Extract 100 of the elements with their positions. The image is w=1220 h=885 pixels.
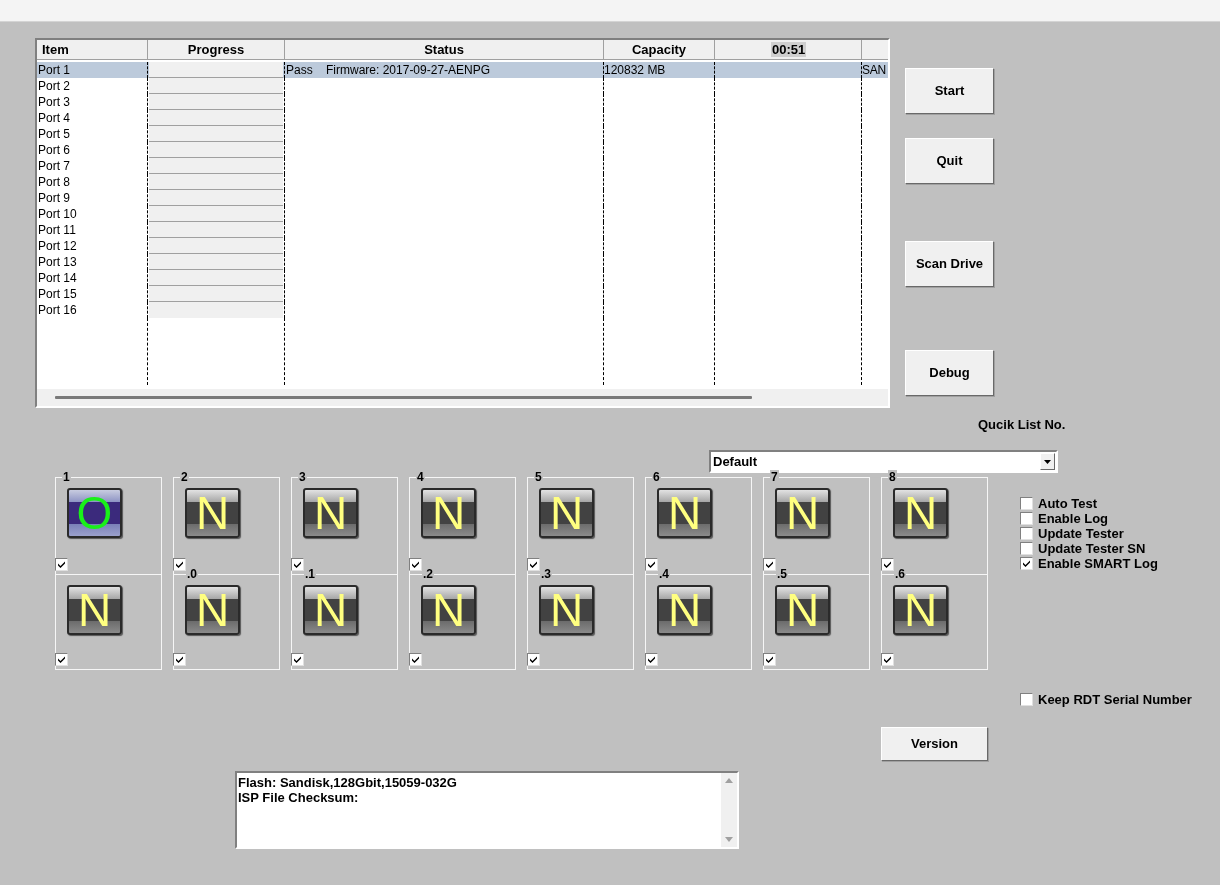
checkbox[interactable]: [645, 558, 658, 571]
checkbox-label: Auto Test: [1038, 497, 1097, 510]
table-row[interactable]: Port 1 Pass Firmware: 2017-09-27-AENPG 120832 MB SAN: [37, 62, 888, 78]
port-number: 4: [416, 470, 425, 484]
table-cell: Port 8: [37, 175, 70, 189]
port-number: .5: [776, 567, 788, 581]
port-number: .4: [658, 567, 670, 581]
port-status-indicator: N: [303, 488, 358, 538]
dropdown-arrow-button[interactable]: [1040, 453, 1055, 470]
port-status-indicator: N: [185, 585, 240, 635]
timer-label: 00:51: [771, 42, 807, 57]
checkbox[interactable]: [173, 653, 186, 666]
checkbox[interactable]: [881, 653, 894, 666]
checkbox[interactable]: [645, 653, 658, 666]
checkmark-icon: [530, 561, 537, 568]
checkbox[interactable]: [1020, 542, 1033, 555]
quick-list-label: Qucik List No.: [978, 417, 1066, 432]
checkmark-icon: [176, 656, 183, 663]
checkmark-icon: [294, 656, 301, 663]
checkmark-icon: [766, 561, 773, 568]
checkbox[interactable]: [291, 558, 304, 571]
checkbox[interactable]: [763, 653, 776, 666]
port-number: .0: [186, 567, 198, 581]
checkmark-icon: [530, 656, 537, 663]
checkbox[interactable]: [881, 558, 894, 571]
column-header[interactable]: Status: [424, 41, 464, 58]
table-cell: Pass Firmware: 2017-09-27-AENPG: [285, 63, 491, 77]
port-number: 2: [180, 470, 189, 484]
port-status-indicator: N: [775, 585, 830, 635]
checkmark-icon: [294, 561, 301, 568]
table-cell: Port 4: [37, 111, 70, 125]
checkmark-icon: [648, 561, 655, 568]
port-status-indicator: N: [539, 488, 594, 538]
checkmark-icon: [648, 656, 655, 663]
action-button[interactable]: Start: [905, 68, 994, 114]
table-cell: Port 11: [37, 223, 76, 237]
action-button[interactable]: Scan Drive: [905, 241, 994, 287]
table-cell: Port 2: [37, 79, 70, 93]
checkbox[interactable]: [173, 558, 186, 571]
checkbox[interactable]: [527, 558, 540, 571]
port-status-indicator: N: [421, 488, 476, 538]
table-cell: 120832 MB: [604, 63, 666, 77]
scrollbar-thumb[interactable]: [55, 396, 752, 399]
checkmark-icon: [58, 656, 65, 663]
checkbox[interactable]: [55, 653, 68, 666]
checkmark-icon: [766, 656, 773, 663]
checkbox[interactable]: [1020, 497, 1033, 510]
checkbox[interactable]: [1020, 693, 1033, 706]
table-cell: Port 1: [37, 63, 70, 77]
quick-list-dropdown[interactable]: Default: [709, 450, 1058, 473]
table-cell: Port 14: [37, 271, 77, 285]
horizontal-scrollbar[interactable]: [37, 389, 888, 406]
table-cell: Port 9: [37, 191, 70, 205]
log-text-area[interactable]: Flash: Sandisk,128Gbit,15059-032G ISP File Checksum:: [235, 771, 739, 849]
table-cell: Port 5: [37, 127, 70, 141]
port-number: 1: [62, 470, 71, 484]
checkbox[interactable]: [763, 558, 776, 571]
column-header[interactable]: Item: [42, 41, 69, 58]
table-cell: Port 13: [37, 255, 77, 269]
table-cell: Port 15: [37, 287, 77, 301]
checkmark-icon: [884, 561, 891, 568]
action-button[interactable]: Quit: [905, 138, 994, 184]
table-cell: Port 10: [37, 207, 77, 221]
table-cell: Port 6: [37, 143, 70, 157]
checkbox-label: Enable Log: [1038, 512, 1109, 525]
checkmark-icon: [58, 561, 65, 568]
checkbox[interactable]: [55, 558, 68, 571]
column-header[interactable]: Progress: [187, 41, 245, 58]
port-number: .1: [304, 567, 316, 581]
checkbox[interactable]: [1020, 527, 1033, 540]
checkbox[interactable]: [527, 653, 540, 666]
port-status-indicator: N: [67, 585, 122, 635]
port-number: 7: [770, 470, 779, 484]
port-status-indicator: N: [893, 488, 948, 538]
checkbox[interactable]: [409, 558, 422, 571]
log-line: Flash: Sandisk,128Gbit,15059-032G: [238, 775, 458, 790]
table-cell: Port 16: [37, 303, 77, 317]
checkbox[interactable]: [1020, 557, 1033, 570]
port-status-indicator: N: [303, 585, 358, 635]
checkbox-label: Update Tester: [1038, 527, 1124, 540]
caret-icon: [1044, 459, 1051, 464]
log-line: ISP File Checksum:: [238, 790, 360, 805]
port-status-indicator: N: [657, 585, 712, 635]
checkbox-label: Enable SMART Log: [1038, 557, 1158, 570]
checkbox[interactable]: [291, 653, 304, 666]
port-number: 6: [652, 470, 661, 484]
port-number: .3: [540, 567, 552, 581]
version-button[interactable]: Version: [881, 727, 988, 761]
action-button[interactable]: Debug: [905, 350, 994, 396]
port-number: 3: [298, 470, 307, 484]
port-status-indicator: N: [421, 585, 476, 635]
table-cell: Port 12: [37, 239, 77, 253]
port-status-indicator: N: [893, 585, 948, 635]
checkbox-label: Keep RDT Serial Number: [1038, 693, 1192, 706]
checkbox[interactable]: [1020, 512, 1033, 525]
port-status-indicator: N: [185, 488, 240, 538]
port-status-indicator: O: [67, 488, 122, 538]
column-header[interactable]: Capacity: [631, 41, 687, 58]
checkmark-icon: [884, 656, 891, 663]
checkbox[interactable]: [409, 653, 422, 666]
